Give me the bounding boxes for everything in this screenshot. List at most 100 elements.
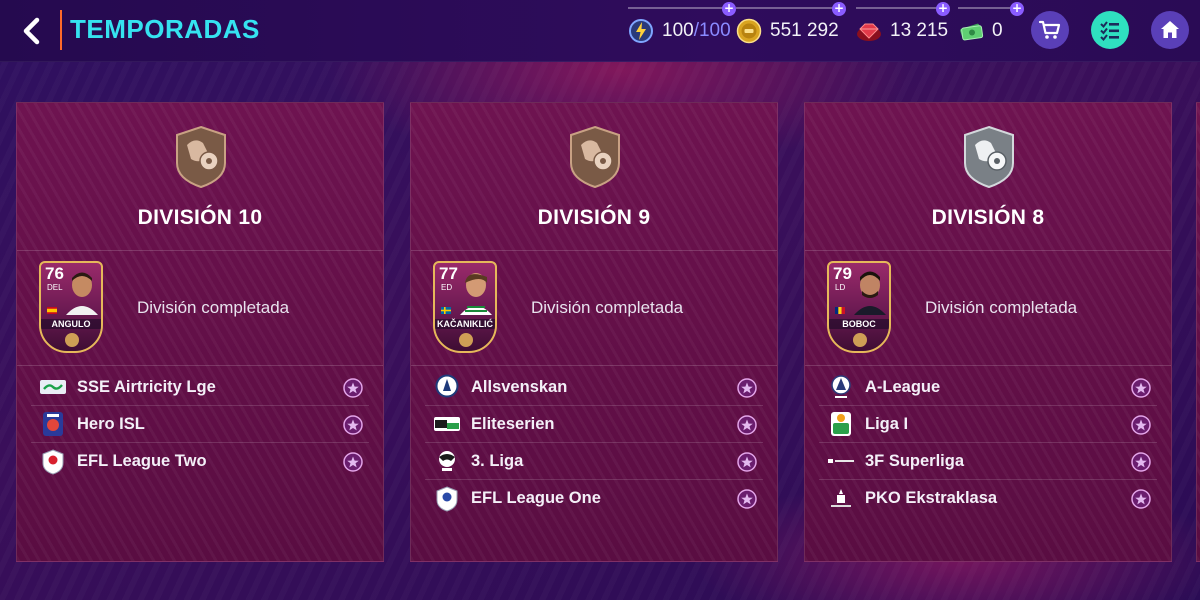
division-status: División completada: [137, 298, 290, 317]
player-portrait-icon: [460, 273, 492, 315]
add-cash-button[interactable]: +: [1010, 2, 1024, 16]
fifa-points-counter[interactable]: + 13 215: [856, 2, 952, 50]
cart-icon: [1038, 20, 1061, 39]
division-title: DIVISIÓN 10: [137, 206, 263, 229]
league-list: Allsvenskan Eliteserien 3. Liga EFL Leag…: [425, 369, 763, 517]
efl-logo-icon: [39, 448, 67, 476]
energy-value: 100/100: [662, 20, 731, 42]
league-row[interactable]: Liga I: [819, 406, 1157, 443]
league-row[interactable]: Eliteserien: [425, 406, 763, 443]
league-row[interactable]: 3. Liga: [425, 443, 763, 480]
reward-icon[interactable]: [343, 415, 363, 435]
add-coins-button[interactable]: +: [832, 2, 846, 16]
bronze-trophy-icon: [176, 125, 226, 189]
division-status: División completada: [531, 298, 684, 317]
3-liga-logo-icon: [433, 447, 461, 475]
lpf-logo-icon: [827, 410, 855, 438]
player-name: BOBOC: [829, 319, 889, 329]
league-list: SSE Airtricity Lge Hero ISL EFL League T…: [31, 369, 369, 480]
divider: [805, 250, 1171, 251]
league-name: SSE Airtricity Lge: [77, 377, 216, 396]
division-status: División completada: [925, 298, 1078, 317]
player-position: DEL: [47, 283, 63, 292]
division-title: DIVISIÓN 8: [931, 206, 1045, 229]
bronze-trophy-icon: [570, 125, 620, 189]
tasks-button[interactable]: [1091, 11, 1129, 49]
division-card-9[interactable]: DIVISIÓN 9 77 ED KAČANIKLIĆ División com…: [410, 102, 778, 562]
league-name: EFL League Two: [77, 452, 207, 470]
reward-icon[interactable]: [1131, 415, 1151, 435]
energy-max: /100: [693, 20, 731, 41]
gem-icon: [856, 18, 882, 44]
league-name: 3. Liga: [471, 451, 524, 470]
add-energy-button[interactable]: +: [722, 2, 736, 16]
reward-icon[interactable]: [1131, 452, 1151, 472]
lightning-icon: [628, 18, 654, 44]
divider: [17, 250, 383, 251]
reward-icon[interactable]: [343, 378, 363, 398]
division-card-8[interactable]: DIVISIÓN 8 79 LD BOBOC División completa…: [804, 102, 1172, 562]
reward-icon[interactable]: [343, 452, 363, 472]
reward-icon[interactable]: [737, 378, 757, 398]
home-button[interactable]: [1151, 11, 1189, 49]
player-position: ED: [441, 283, 453, 292]
card-emblem: [459, 333, 473, 347]
energy-counter[interactable]: + 100/100: [628, 2, 738, 50]
player-rating: 79: [833, 264, 852, 283]
divider: [17, 365, 383, 366]
league-name: Allsvenskan: [471, 377, 568, 396]
add-fifa-points-button[interactable]: +: [936, 2, 950, 16]
card-emblem: [65, 333, 79, 347]
league-row[interactable]: SSE Airtricity Lge: [31, 369, 369, 406]
coins-counter[interactable]: + 551 292: [736, 2, 848, 50]
flag-spain-icon: [47, 307, 57, 314]
ekstraklasa-logo-icon: [827, 485, 855, 513]
division-card-10[interactable]: DIVISIÓN 10 76 DEL ANGULO División compl…: [16, 102, 384, 562]
shop-button[interactable]: [1031, 11, 1069, 49]
cash-line: [958, 7, 1016, 9]
league-name: Eliteserien: [471, 414, 555, 433]
player-rating: 77: [439, 264, 458, 283]
chevron-left-icon: [23, 17, 40, 45]
player-card[interactable]: 79 LD BOBOC: [827, 261, 891, 353]
card-emblem: [853, 333, 867, 347]
player-card[interactable]: 76 DEL ANGULO: [39, 261, 103, 353]
top-bar: TEMPORADAS + 100/100 + 551 292 + 13 215 …: [0, 0, 1200, 62]
energy-line: [628, 7, 728, 9]
cash-counter[interactable]: + 0: [958, 2, 1026, 50]
league-row[interactable]: A-League: [819, 369, 1157, 406]
division-title: DIVISIÓN 9: [537, 206, 651, 229]
league-row[interactable]: Allsvenskan: [425, 369, 763, 406]
reward-icon[interactable]: [737, 415, 757, 435]
league-row[interactable]: EFL League One: [425, 480, 763, 517]
hero-isl-logo-icon: [39, 410, 67, 438]
player-position: LD: [835, 283, 846, 292]
fifa-points-value: 13 215: [890, 20, 949, 41]
league-name: Liga I: [865, 414, 909, 433]
player-rating: 76: [45, 264, 64, 283]
reward-icon[interactable]: [737, 452, 757, 472]
reward-icon[interactable]: [737, 489, 757, 509]
page-title: TEMPORADAS: [70, 14, 260, 44]
league-name: A-League: [865, 377, 941, 396]
allsvenskan-logo-icon: [433, 373, 461, 401]
division-card-next-partial[interactable]: [1196, 102, 1200, 562]
reward-icon[interactable]: [1131, 489, 1151, 509]
back-button[interactable]: [16, 14, 46, 48]
reward-icon[interactable]: [1131, 378, 1151, 398]
coins-value: 551 292: [770, 20, 839, 41]
flag-sweden-icon: [441, 307, 451, 314]
coins-line: [736, 7, 838, 9]
sse-airtricity-logo-icon: [39, 373, 67, 401]
fifa-points-line: [856, 7, 942, 9]
cash-icon: [958, 18, 984, 44]
league-row[interactable]: Hero ISL: [31, 406, 369, 443]
player-card[interactable]: 77 ED KAČANIKLIĆ: [433, 261, 497, 353]
a-league-logo-icon: [827, 373, 855, 401]
eliteserien-logo-icon: [433, 410, 461, 438]
league-row[interactable]: 3F Superliga: [819, 443, 1157, 480]
league-row[interactable]: PKO Ekstraklasa: [819, 480, 1157, 517]
league-row[interactable]: EFL League Two: [31, 443, 369, 480]
league-name: EFL League One: [471, 489, 601, 507]
divider: [411, 365, 777, 366]
